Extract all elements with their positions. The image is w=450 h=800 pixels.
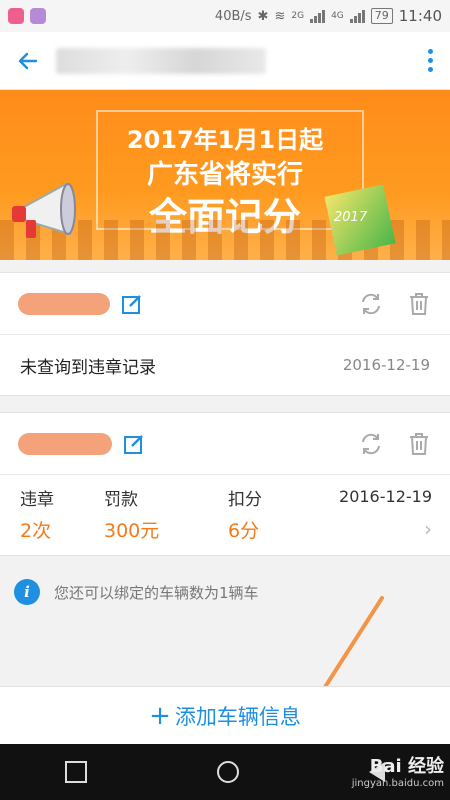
violation-summary-row[interactable]: 违章 2次 罚款 300元 扣分 6分 2016-12-19 › bbox=[0, 475, 450, 555]
query-date: 2016-12-19 bbox=[339, 487, 432, 506]
more-dot-icon bbox=[427, 58, 433, 63]
trash-icon[interactable] bbox=[406, 431, 432, 457]
refresh-icon[interactable] bbox=[358, 431, 384, 457]
chevron-right-icon: › bbox=[424, 517, 432, 541]
license-plate-redacted bbox=[18, 292, 110, 315]
app-header bbox=[0, 32, 450, 90]
points-value: 6分 bbox=[228, 520, 260, 542]
status-bar: 40B/s ✱ ≋ 2G 4G 79 11:40 bbox=[0, 0, 450, 32]
back-button[interactable] bbox=[0, 32, 56, 90]
violations-stat: 违章 2次 bbox=[20, 475, 104, 555]
network-4g-label: 4G bbox=[331, 11, 344, 21]
edit-icon[interactable] bbox=[122, 432, 146, 456]
query-date: 2016-12-19 bbox=[342, 356, 430, 374]
points-label: 扣分 bbox=[228, 490, 262, 510]
more-dot-icon bbox=[427, 49, 433, 54]
vehicle-card-header bbox=[0, 413, 450, 475]
gallery-notification-icon bbox=[30, 8, 46, 24]
violations-label: 违章 bbox=[20, 490, 54, 510]
vehicle-card-2: 违章 2次 罚款 300元 扣分 6分 2016-12-19 › bbox=[0, 412, 450, 556]
bluetooth-icon: ✱ bbox=[257, 8, 269, 24]
add-vehicle-label: 添加车辆信息 bbox=[174, 704, 301, 729]
vehicle-card-header bbox=[0, 273, 450, 335]
arrow-left-icon bbox=[18, 52, 38, 69]
app-notification-icon bbox=[8, 8, 24, 24]
binding-info-text: 您还可以绑定的车辆数为1辆车 bbox=[54, 583, 259, 602]
vehicle-card-1: 未查询到违章记录 2016-12-19 bbox=[0, 272, 450, 396]
page-title-redacted bbox=[56, 47, 266, 74]
home-button[interactable] bbox=[217, 761, 239, 783]
refresh-icon[interactable] bbox=[358, 291, 384, 317]
violation-status-text: 未查询到违章记录 bbox=[20, 357, 156, 378]
megaphone-icon bbox=[12, 182, 76, 238]
violation-status-row[interactable]: 未查询到违章记录 2016-12-19 bbox=[0, 335, 450, 395]
info-icon: i bbox=[14, 579, 40, 605]
network-2g-label: 2G bbox=[291, 11, 305, 21]
watermark: Bai 经验 jingyan.baidu.com bbox=[352, 752, 444, 789]
signal-icon bbox=[310, 9, 326, 23]
violations-value: 2次 bbox=[20, 520, 52, 542]
license-plate-redacted bbox=[18, 432, 112, 455]
signal-icon-2 bbox=[349, 9, 365, 23]
banner-year: 2017 bbox=[334, 210, 368, 225]
network-speed: 40B/s bbox=[214, 8, 252, 24]
fine-stat: 罚款 300元 bbox=[104, 475, 228, 555]
add-vehicle-button[interactable]: + 添加车辆信息 bbox=[0, 686, 450, 744]
points-stat: 扣分 6分 bbox=[228, 475, 338, 555]
battery-level: 79 bbox=[370, 8, 393, 24]
banner-line1: 2017年1月1日起 bbox=[126, 126, 324, 154]
edit-icon[interactable] bbox=[120, 292, 144, 316]
more-menu-button[interactable] bbox=[410, 49, 450, 72]
wifi-icon: ≋ bbox=[274, 8, 286, 24]
clock: 11:40 bbox=[398, 7, 442, 25]
fine-label: 罚款 bbox=[104, 490, 138, 510]
more-dot-icon bbox=[427, 67, 433, 72]
plus-icon: + bbox=[149, 700, 171, 731]
watermark-logo: Bai 经验 bbox=[369, 756, 444, 777]
trash-icon[interactable] bbox=[406, 291, 432, 317]
fine-value: 300元 bbox=[104, 520, 160, 542]
watermark-url: jingyan.baidu.com bbox=[351, 778, 444, 789]
promo-banner[interactable]: 2017年1月1日起 广东省将实行 全面记分 2017 bbox=[0, 90, 450, 260]
recent-apps-button[interactable] bbox=[65, 761, 87, 783]
